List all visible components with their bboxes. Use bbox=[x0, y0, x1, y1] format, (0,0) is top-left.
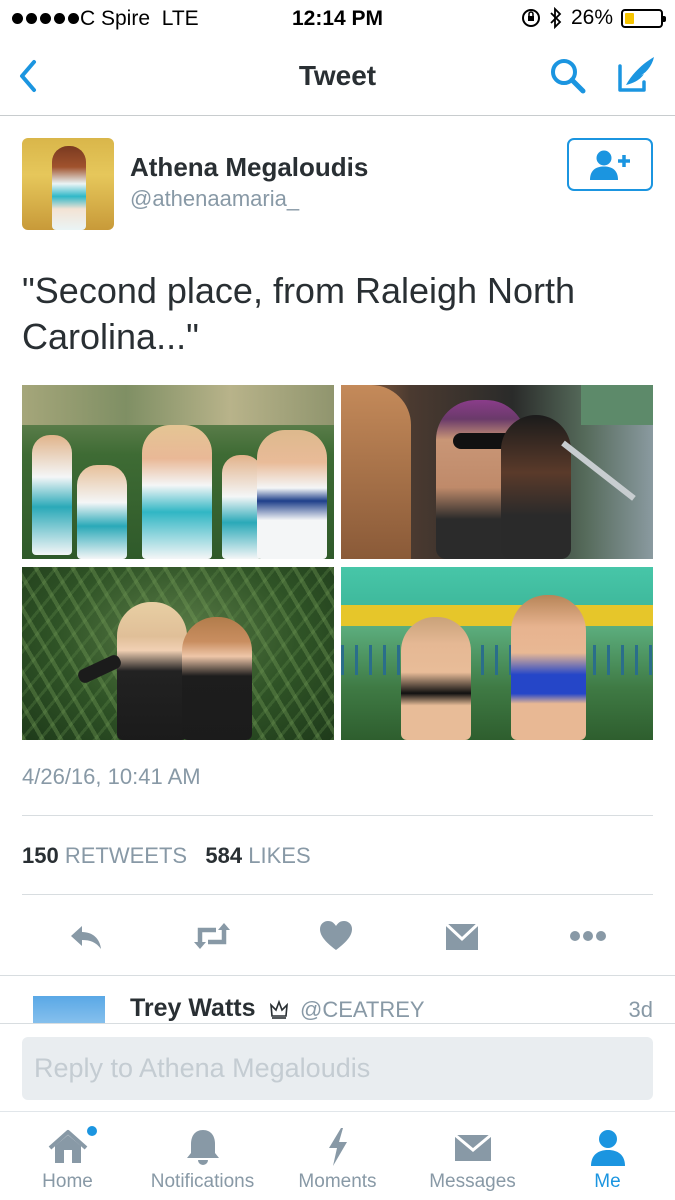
tab-notifications[interactable]: Notifications bbox=[135, 1112, 270, 1200]
tab-label: Notifications bbox=[150, 1171, 255, 1192]
reply-composer bbox=[0, 1023, 675, 1111]
tab-label: Me bbox=[594, 1171, 621, 1192]
retweets-count: 150 bbox=[22, 843, 59, 868]
user-name[interactable]: Athena Megaloudis bbox=[130, 152, 368, 183]
tab-label: Messages bbox=[429, 1171, 516, 1192]
direct-message-icon[interactable] bbox=[444, 918, 480, 954]
notification-dot bbox=[87, 1126, 97, 1136]
tab-label: Home bbox=[42, 1171, 93, 1192]
battery-fill bbox=[625, 12, 634, 24]
tweet-text: "Second place, from Raleigh North Caroli… bbox=[22, 270, 576, 357]
tab-label: Moments bbox=[298, 1171, 377, 1192]
tweet-photo-4[interactable] bbox=[341, 567, 653, 740]
like-icon[interactable] bbox=[318, 918, 354, 954]
tweet-photo-1[interactable] bbox=[22, 385, 334, 559]
reply-user-name: Trey Watts bbox=[130, 994, 256, 1022]
reply-input[interactable] bbox=[22, 1037, 653, 1100]
bluetooth-icon bbox=[550, 7, 562, 29]
status-right: 26% bbox=[521, 6, 666, 30]
divider bbox=[22, 815, 653, 816]
orientation-lock-icon bbox=[521, 9, 540, 27]
reply-time: 3d bbox=[628, 997, 653, 1022]
person-icon bbox=[591, 1130, 625, 1166]
retweets-stat[interactable]: 150 RETWEETS bbox=[22, 843, 187, 868]
reply-avatar[interactable] bbox=[33, 996, 105, 1023]
crown-icon bbox=[270, 999, 288, 1019]
compose-icon[interactable] bbox=[614, 52, 658, 96]
reply-user-handle: @CEATREY bbox=[300, 997, 425, 1022]
likes-stat[interactable]: 584 LIKES bbox=[205, 843, 310, 868]
reply-icon[interactable] bbox=[68, 918, 104, 954]
tweet-timestamp: 4/26/16, 10:41 AM bbox=[22, 764, 201, 789]
tab-messages[interactable]: Messages bbox=[405, 1112, 540, 1200]
tweet-photo-3[interactable] bbox=[22, 567, 334, 740]
tab-home[interactable]: Home bbox=[0, 1112, 135, 1200]
tweet-stats: 150 RETWEETS 584 LIKES bbox=[22, 843, 311, 869]
status-bar: C Spire LTE 12:14 PM 26% bbox=[0, 0, 675, 38]
search-icon[interactable] bbox=[548, 56, 588, 96]
add-user-icon bbox=[590, 150, 630, 180]
likes-label: LIKES bbox=[248, 843, 311, 868]
retweets-label: RETWEETS bbox=[64, 843, 188, 868]
follow-button[interactable] bbox=[567, 138, 653, 191]
more-icon[interactable] bbox=[568, 918, 608, 954]
tweet-actions bbox=[0, 900, 675, 972]
battery-percentage: 26% bbox=[570, 6, 613, 29]
tab-me[interactable]: Me bbox=[540, 1112, 675, 1200]
retweet-icon[interactable] bbox=[192, 918, 232, 954]
lightning-icon bbox=[329, 1128, 347, 1166]
reply-preview[interactable]: Trey Watts @CEATREY 3d bbox=[0, 975, 675, 1023]
user-handle[interactable]: @athenaamaria_ bbox=[130, 186, 299, 212]
bell-icon bbox=[187, 1130, 219, 1165]
tab-bar: Home Notifications Moments Messages Me bbox=[0, 1111, 675, 1200]
envelope-icon bbox=[454, 1133, 492, 1161]
home-icon bbox=[48, 1130, 88, 1163]
tweet-photo-2[interactable] bbox=[341, 385, 653, 559]
tab-moments[interactable]: Moments bbox=[270, 1112, 405, 1200]
divider bbox=[22, 894, 653, 895]
avatar[interactable] bbox=[22, 138, 114, 230]
navigation-bar: Tweet bbox=[0, 38, 675, 116]
likes-count: 584 bbox=[205, 843, 243, 868]
battery-icon bbox=[621, 8, 666, 28]
